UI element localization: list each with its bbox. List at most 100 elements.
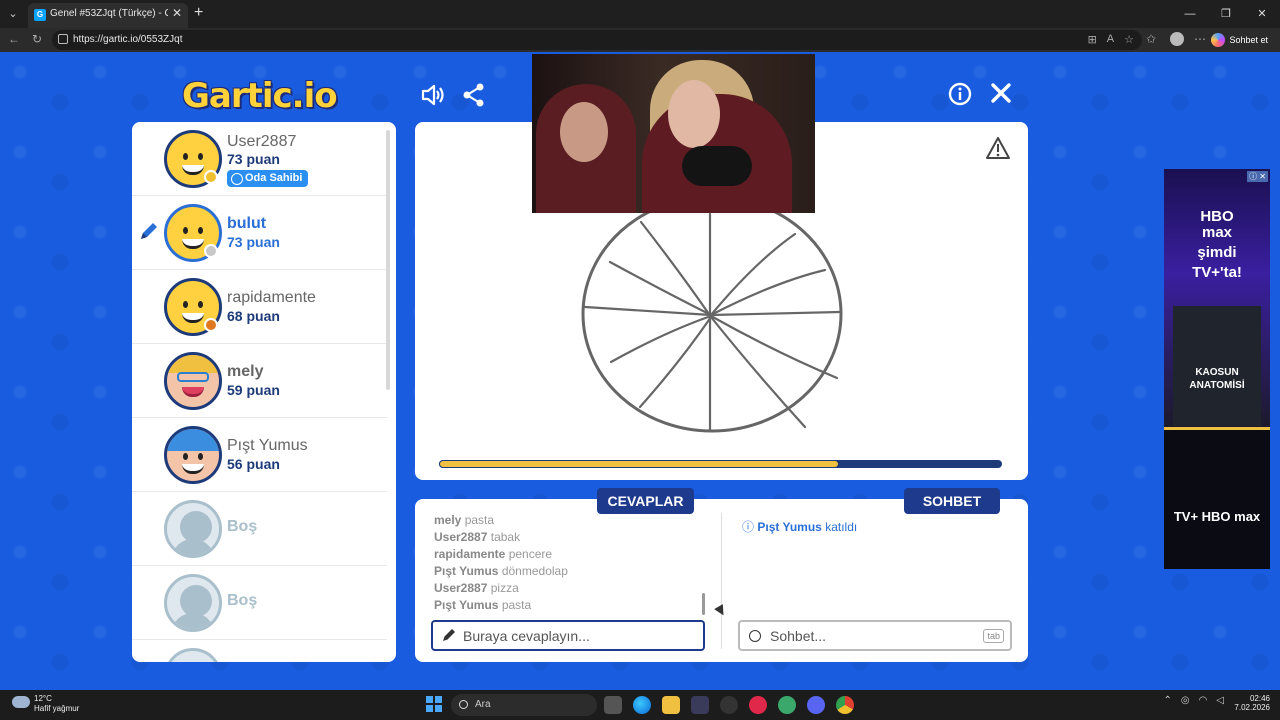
answer-user: mely — [434, 513, 462, 527]
system-tray: ⌃ ◎ ◠ ◁ — [1163, 695, 1224, 706]
wifi-icon[interactable]: ◠ — [1199, 695, 1208, 706]
profile-avatar-icon[interactable] — [1170, 32, 1184, 46]
github-icon[interactable] — [720, 696, 738, 714]
close-game-icon[interactable] — [990, 82, 1012, 104]
answers-list: mely pasta User2887 tabak rapidamente pe… — [434, 513, 704, 615]
volume-icon[interactable]: ◁ — [1216, 695, 1224, 706]
answer-item: mely pasta — [434, 513, 704, 530]
read-aloud-icon[interactable]: A — [1107, 33, 1114, 46]
ad-tv-text: TV+'ta! — [1192, 264, 1242, 281]
player-points: 59 puan — [227, 382, 280, 398]
copilot-chat-button[interactable]: Sohbet et — [1207, 31, 1274, 49]
answer-word: pizza — [490, 581, 519, 595]
store-icon[interactable] — [691, 696, 709, 714]
player-row[interactable]: Pışt Yumus 56 puan — [132, 418, 387, 492]
player-row[interactable]: bulut 73 puan — [132, 196, 387, 270]
answer-word: pencere — [508, 547, 553, 561]
round-timer-fill — [439, 460, 839, 468]
clock-time: 02:46 — [1249, 694, 1270, 703]
empty-avatar — [164, 648, 222, 662]
windows-start-icon[interactable] — [426, 696, 442, 712]
globe-app-icon[interactable] — [778, 696, 796, 714]
answer-word: tabak — [490, 530, 521, 544]
clock[interactable]: 02:46 7.02.2026 — [1234, 694, 1270, 712]
tab-title: Genel #53ZJqt (Türkçe) - Gartic.io — [50, 8, 168, 19]
answer-user: User2887 — [434, 530, 488, 544]
app-available-icon[interactable]: ⊞ — [1088, 33, 1097, 46]
empty-avatar — [164, 574, 222, 632]
back-icon[interactable]: ← — [8, 32, 20, 46]
player-avatar — [164, 426, 222, 484]
player-avatar — [164, 352, 222, 410]
more-menu-icon[interactable]: ⋯ — [1194, 32, 1206, 46]
player-list-scrollbar[interactable] — [386, 130, 390, 390]
url-field[interactable]: https://gartic.io/0553ZJqt ⊞ A ☆ — [52, 30, 1142, 50]
reload-icon[interactable]: ↻ — [32, 32, 42, 46]
status-dot — [204, 244, 218, 258]
answer-item: Pışt Yumus pasta — [434, 598, 704, 615]
taskbar-search[interactable]: Ara — [451, 694, 597, 716]
edge-browser-icon[interactable] — [633, 696, 651, 714]
drawing-pencil-icon — [141, 223, 157, 239]
status-dot — [204, 170, 218, 184]
task-view-icon[interactable] — [604, 696, 622, 714]
player-points: 68 puan — [227, 308, 280, 324]
empty-slot: Boş — [132, 492, 387, 566]
empty-avatar-body — [171, 539, 215, 555]
minimize-icon[interactable]: — — [1172, 0, 1208, 28]
player-row[interactable]: rapidamente 68 puan — [132, 270, 387, 344]
person-right-face — [668, 80, 720, 148]
player-name: bulut — [227, 215, 267, 232]
answer-item: rapidamente pencere — [434, 547, 704, 564]
info-circle-icon: ⓘ — [742, 520, 755, 534]
tab-close-icon[interactable]: ✕ — [172, 6, 182, 20]
share-icon[interactable] — [462, 82, 486, 108]
window-controls: — ❐ ✕ — [1172, 0, 1280, 28]
show-hidden-icons-icon[interactable]: ⌃ — [1163, 695, 1171, 706]
answer-field[interactable] — [431, 620, 705, 651]
pencil-icon — [443, 629, 455, 641]
chat-tab[interactable]: SOHBET — [904, 488, 1000, 514]
avatar-eye — [198, 153, 203, 160]
panel-divider — [721, 513, 722, 649]
person-left-face — [560, 102, 608, 162]
ad-divider — [1164, 427, 1270, 430]
answer-input[interactable] — [463, 626, 699, 646]
sound-icon[interactable] — [420, 82, 446, 108]
chat-field[interactable]: tab — [738, 620, 1012, 651]
browser-tab[interactable]: G Genel #53ZJqt (Türkçe) - Gartic.io ✕ — [28, 3, 188, 28]
player-points: 56 puan — [227, 456, 280, 472]
url-text: https://gartic.io/0553ZJqt — [73, 34, 183, 45]
info-icon[interactable] — [948, 82, 972, 106]
chat-input[interactable] — [770, 626, 970, 646]
favorite-star-icon[interactable]: ☆ — [1124, 33, 1134, 46]
pinterest-icon[interactable] — [749, 696, 767, 714]
restore-icon[interactable]: ❐ — [1208, 0, 1244, 28]
copilot-chat-label: Sohbet et — [1229, 35, 1268, 45]
discord-icon[interactable] — [807, 696, 825, 714]
player-points: 73 puan — [227, 151, 280, 167]
answer-user: rapidamente — [434, 547, 506, 561]
favorites-icon[interactable]: ✩ — [1146, 32, 1156, 46]
file-explorer-icon[interactable] — [662, 696, 680, 714]
close-window-icon[interactable]: ✕ — [1244, 0, 1280, 28]
empty-slot: Boş — [132, 566, 387, 640]
answer-word: pasta — [464, 513, 495, 527]
avatar-eye — [183, 153, 188, 160]
ad-hbo-text: HBO — [1200, 208, 1234, 225]
answers-scrollbar[interactable] — [702, 593, 705, 615]
ad-choices-icon[interactable]: ⓘ ✕ — [1247, 171, 1268, 182]
tab-list-icon[interactable]: ⌄ — [4, 5, 22, 23]
player-row[interactable]: User2887 73 puan Oda Sahibi — [132, 122, 387, 196]
gartic-logo: Gartic.io — [182, 76, 338, 116]
tray-app-icon[interactable]: ◎ — [1181, 695, 1190, 706]
chrome-icon[interactable] — [836, 696, 854, 714]
answers-tab[interactable]: CEVAPLAR — [597, 488, 694, 514]
avatar-mouth — [182, 464, 204, 474]
avatar-eye — [183, 301, 188, 308]
site-info-icon[interactable] — [58, 34, 68, 44]
copilot-icon — [1211, 33, 1226, 47]
new-tab-icon[interactable]: + — [194, 4, 203, 22]
player-row[interactable]: mely 59 puan — [132, 344, 387, 418]
advertisement[interactable]: ⓘ ✕ HBO max şimdi TV+'ta! KAOSUN ANATOMİ… — [1164, 169, 1270, 569]
